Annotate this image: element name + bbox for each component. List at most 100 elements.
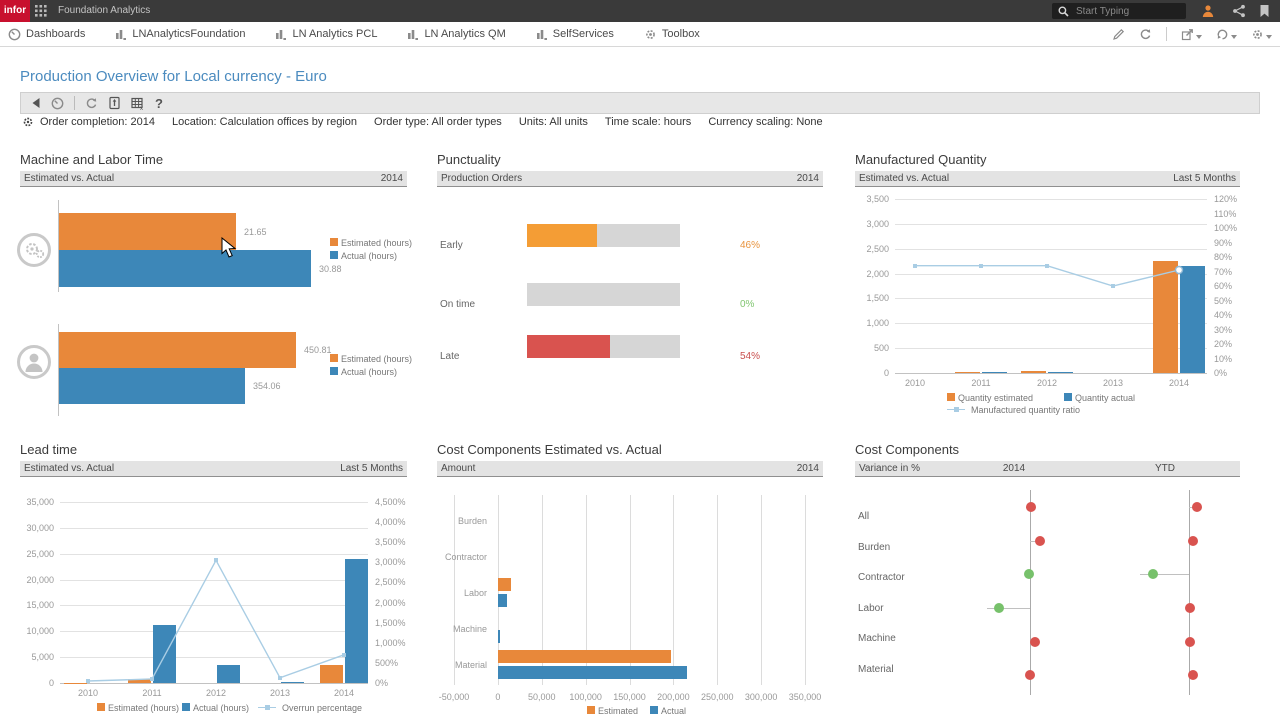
bookmark-icon[interactable] <box>1259 4 1270 18</box>
back-button[interactable] <box>31 97 41 109</box>
filter-order-completion[interactable]: Order completion: 2014 <box>40 116 155 128</box>
variance-dot-red[interactable] <box>1185 637 1195 647</box>
bar-quantity-actual[interactable] <box>982 372 1007 373</box>
legend-label[interactable]: Estimated <box>598 706 638 716</box>
legend-label[interactable]: Estimated (hours) <box>341 238 412 248</box>
bar-quantity-estimated[interactable] <box>1153 261 1178 373</box>
nav-tab-selfservices[interactable]: SelfServices <box>536 28 614 40</box>
bar-estimated-hours-[interactable] <box>320 665 343 683</box>
apps-grid-icon[interactable] <box>35 5 47 17</box>
legend-swatch[interactable] <box>947 393 955 401</box>
variance-dot-red[interactable] <box>1188 670 1198 680</box>
variance-dot-green[interactable] <box>1024 569 1034 579</box>
variance-dot-red[interactable] <box>1185 603 1195 613</box>
bar-actual-hours-[interactable] <box>217 665 240 683</box>
y-axis-label: 5,000 <box>20 652 54 662</box>
edit-button[interactable] <box>1112 28 1125 41</box>
nav-tab-dashboards[interactable]: Dashboards <box>8 28 85 41</box>
export-file-button[interactable] <box>108 96 121 110</box>
refresh-button[interactable] <box>85 97 98 110</box>
bar-quantity-estimated[interactable] <box>955 372 980 373</box>
line-point[interactable] <box>913 264 917 268</box>
legend-label[interactable]: Estimated (hours) <box>108 703 179 713</box>
legend-swatch[interactable] <box>330 238 338 246</box>
legend-label[interactable]: Manufactured quantity ratio <box>971 405 1080 415</box>
line-point[interactable] <box>278 676 282 680</box>
legend-swatch[interactable] <box>330 354 338 362</box>
variance-dot-green[interactable] <box>1148 569 1158 579</box>
line-point[interactable] <box>1045 264 1049 268</box>
variance-dot-red[interactable] <box>1026 502 1036 512</box>
legend-swatch[interactable] <box>97 703 105 711</box>
bar-estimated-hours-[interactable] <box>64 683 87 684</box>
user-icon[interactable] <box>1201 4 1215 18</box>
legend-swatch[interactable] <box>182 703 190 711</box>
progress-fill[interactable] <box>527 224 597 247</box>
variance-dot-red[interactable] <box>1035 536 1045 546</box>
bar-estimated[interactable] <box>59 213 236 250</box>
legend-label[interactable]: Actual <box>661 706 686 716</box>
line-point[interactable] <box>342 653 346 657</box>
line-point[interactable] <box>1111 284 1115 288</box>
bar-estimated-hours-[interactable] <box>128 679 151 683</box>
nav-tab-toolbox[interactable]: Toolbox <box>644 28 700 41</box>
legend-label[interactable]: Actual (hours) <box>341 367 397 377</box>
bar-quantity-estimated[interactable] <box>1021 371 1046 373</box>
bar-actual[interactable] <box>59 368 245 404</box>
legend-label[interactable]: Overrun percentage <box>282 703 362 713</box>
legend-swatch[interactable] <box>330 251 338 259</box>
bar-actual-hours-[interactable] <box>281 682 304 683</box>
legend-label[interactable]: Actual (hours) <box>193 703 249 713</box>
bar-actual[interactable] <box>498 630 500 643</box>
progress-fill[interactable] <box>527 335 610 358</box>
variance-dot-green[interactable] <box>994 603 1004 613</box>
nav-tab-ln-analytics-pcl[interactable]: LN Analytics PCL <box>275 28 377 40</box>
line-point[interactable] <box>214 558 218 562</box>
filter-gear-icon[interactable] <box>22 116 34 128</box>
variance-dot-red[interactable] <box>1025 670 1035 680</box>
legend-swatch[interactable] <box>1064 393 1072 401</box>
legend-label[interactable]: Quantity estimated <box>958 393 1033 403</box>
nav-tab-ln-analytics-qm[interactable]: LN Analytics QM <box>407 28 505 40</box>
filter-units[interactable]: Units: All units <box>519 116 588 128</box>
settings-button[interactable] <box>1251 28 1272 41</box>
legend-label[interactable]: Quantity actual <box>1075 393 1135 403</box>
line-point[interactable] <box>150 677 154 681</box>
variance-dot-red[interactable] <box>1188 536 1198 546</box>
variance-dot-red[interactable] <box>1030 637 1040 647</box>
dashboard-gauge-icon <box>51 97 64 110</box>
export-table-button[interactable]: x <box>131 97 145 110</box>
line-point[interactable] <box>979 264 983 268</box>
legend-swatch[interactable] <box>650 706 658 714</box>
filter-time-scale[interactable]: Time scale: hours <box>605 116 691 128</box>
bar-actual[interactable] <box>498 594 507 607</box>
refresh-button[interactable] <box>1139 28 1152 41</box>
bar-estimated[interactable] <box>498 650 671 663</box>
bar-actual[interactable] <box>59 250 311 287</box>
legend-label[interactable]: Estimated (hours) <box>341 354 412 364</box>
filter-currency-scaling[interactable]: Currency scaling: None <box>708 116 822 128</box>
bar-estimated[interactable] <box>59 332 296 368</box>
line-point[interactable] <box>86 679 90 683</box>
help-button[interactable]: ? <box>155 96 163 111</box>
legend-swatch[interactable] <box>587 706 595 714</box>
bar-actual-hours-[interactable] <box>345 559 368 683</box>
filter-order-type[interactable]: Order type: All order types <box>374 116 502 128</box>
nav-tab-lnanalyticsfoundation[interactable]: LNAnalyticsFoundation <box>115 28 245 40</box>
bar-estimated[interactable] <box>498 578 511 591</box>
filter-location[interactable]: Location: Calculation offices by region <box>172 116 357 128</box>
dashboard-gauge-button[interactable] <box>51 97 64 110</box>
infor-logo[interactable]: infor <box>0 0 30 22</box>
bar-actual-hours-[interactable] <box>153 625 176 683</box>
row-label: On time <box>440 299 475 310</box>
search-input[interactable]: Start Typing <box>1052 3 1186 19</box>
legend-label[interactable]: Actual (hours) <box>341 251 397 261</box>
bar-actual[interactable] <box>498 666 688 679</box>
export-button[interactable] <box>1181 28 1202 41</box>
bar-quantity-actual[interactable] <box>1180 266 1205 373</box>
history-button[interactable] <box>1216 28 1237 41</box>
share-icon[interactable] <box>1232 4 1246 18</box>
bar-quantity-actual[interactable] <box>1048 372 1073 374</box>
variance-dot-red[interactable] <box>1192 502 1202 512</box>
legend-swatch[interactable] <box>330 367 338 375</box>
